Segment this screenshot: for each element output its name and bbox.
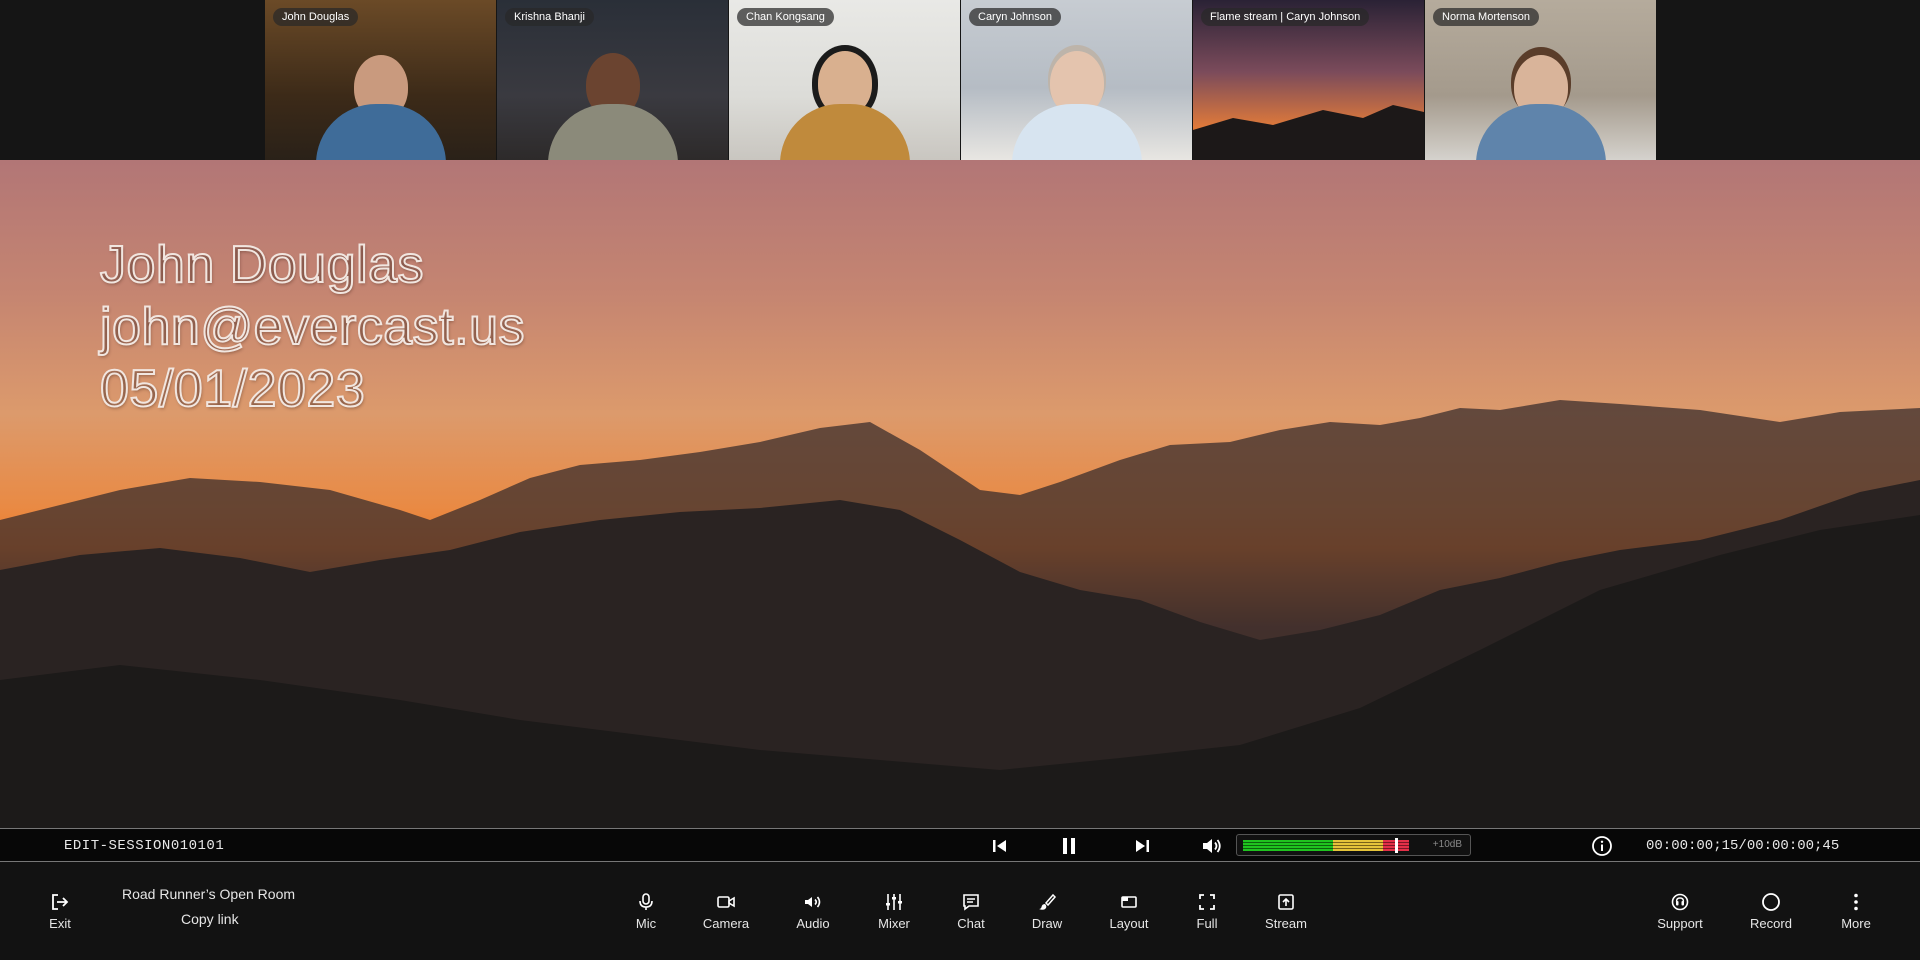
meter-green-segment xyxy=(1243,840,1333,851)
info-icon xyxy=(1592,836,1612,856)
camera-label: Camera xyxy=(702,916,750,931)
exit-label: Exit xyxy=(49,916,71,931)
transport-bar: EDIT-SESSION010101 +10dB 00:00:00;15/00:… xyxy=(0,828,1920,862)
draw-label: Draw xyxy=(1031,916,1063,931)
chat-label: Chat xyxy=(957,916,985,931)
layout-icon xyxy=(1121,896,1137,908)
room-name: Road Runner’s Open Room xyxy=(122,886,296,902)
meter-db-label: +10dB xyxy=(1432,839,1462,850)
mixer-label: Mixer xyxy=(878,916,910,931)
participant-video xyxy=(1475,45,1606,160)
brush-icon xyxy=(1039,893,1057,910)
step-forward-button[interactable] xyxy=(1130,834,1154,858)
participant-body xyxy=(779,104,910,160)
support-button[interactable]: Support xyxy=(1650,892,1710,931)
participant-tile-krishna-bhanji[interactable]: Krishna Bhanji xyxy=(497,0,728,160)
participant-video xyxy=(779,45,910,160)
audio-level-meter: +10dB xyxy=(1236,834,1471,856)
chat-button[interactable]: Chat xyxy=(941,892,1001,931)
participant-name: Flame stream | Caryn Johnson xyxy=(1201,8,1370,26)
volume-button[interactable] xyxy=(1200,834,1224,858)
layout-label: Layout xyxy=(1109,916,1149,931)
record-icon xyxy=(1762,893,1780,911)
stream-label: Stream xyxy=(1265,916,1307,931)
info-button[interactable] xyxy=(1590,834,1614,858)
participant-tile-chan-kongsang[interactable]: Chan Kongsang xyxy=(729,0,960,160)
exit-icon xyxy=(52,894,69,910)
more-vertical-icon xyxy=(1854,893,1858,911)
layout-button[interactable]: Layout xyxy=(1099,892,1159,931)
mic-label: Mic xyxy=(635,916,657,931)
participant-name: Chan Kongsang xyxy=(737,8,834,26)
participant-name: Caryn Johnson xyxy=(969,8,1061,26)
mixer-icon xyxy=(886,894,902,910)
participant-name: John Douglas xyxy=(273,8,359,26)
participant-video xyxy=(1011,45,1142,160)
meter-yellow-segment xyxy=(1333,840,1383,851)
participant-tile-norma-mortenson[interactable]: Norma Mortenson xyxy=(1425,0,1656,160)
participant-tile-flame-stream[interactable]: Flame stream | Caryn Johnson xyxy=(1193,0,1424,160)
participant-tiles: John Douglas Krishna Bhanji Chan Kongsan… xyxy=(265,0,1656,160)
speaker-icon xyxy=(1203,839,1221,853)
audio-icon xyxy=(805,896,821,908)
participant-video xyxy=(315,45,446,160)
participant-strip: John Douglas Krishna Bhanji Chan Kongsan… xyxy=(0,0,1920,160)
exit-button[interactable]: Exit xyxy=(30,892,90,931)
more-button[interactable]: More xyxy=(1826,892,1886,931)
mixer-button[interactable]: Mixer xyxy=(864,892,924,931)
mic-button[interactable]: Mic xyxy=(616,892,676,931)
participant-name: Krishna Bhanji xyxy=(505,8,594,26)
participant-video xyxy=(547,45,678,160)
participant-body xyxy=(1011,104,1142,160)
audio-button[interactable]: Audio xyxy=(783,892,843,931)
camera-icon xyxy=(717,896,735,908)
chat-icon xyxy=(963,894,979,911)
fullscreen-icon xyxy=(1199,894,1215,910)
audio-label: Audio xyxy=(796,916,830,931)
timecode: 00:00:00;15/00:00:00;45 xyxy=(1646,838,1840,854)
pause-button[interactable] xyxy=(1057,834,1081,858)
microphone-icon xyxy=(639,893,653,910)
watermark-date: 05/01/2023 xyxy=(99,359,366,419)
meter-peak-marker xyxy=(1395,838,1398,853)
full-label: Full xyxy=(1196,916,1218,931)
draw-button[interactable]: Draw xyxy=(1017,892,1077,931)
headset-icon xyxy=(1671,893,1689,911)
pause-icon xyxy=(1063,838,1075,854)
watermark-name: John Douglas xyxy=(99,235,425,295)
step-back-button[interactable] xyxy=(988,834,1012,858)
participant-name: Norma Mortenson xyxy=(1433,8,1540,26)
participant-tile-john-douglas[interactable]: John Douglas xyxy=(265,0,496,160)
full-button[interactable]: Full xyxy=(1177,892,1237,931)
watermark-overlay: John Douglas john@evercast.us 05/01/2023 xyxy=(99,234,526,420)
participant-tile-caryn-johnson[interactable]: Caryn Johnson xyxy=(961,0,1192,160)
step-forward-icon xyxy=(1136,840,1149,852)
record-label: Record xyxy=(1750,916,1792,931)
stream-icon xyxy=(1278,894,1294,910)
more-label: More xyxy=(1841,916,1871,931)
participant-body xyxy=(315,104,446,160)
session-name: EDIT-SESSION010101 xyxy=(64,838,225,854)
copy-link-button[interactable]: Copy link xyxy=(181,911,239,927)
participant-body xyxy=(1475,104,1606,160)
main-stage: John Douglas john@evercast.us 05/01/2023 xyxy=(0,160,1920,828)
record-button[interactable]: Record xyxy=(1741,892,1801,931)
participant-body xyxy=(547,104,678,160)
support-label: Support xyxy=(1657,916,1703,931)
watermark-email: john@evercast.us xyxy=(99,297,526,357)
camera-button[interactable]: Camera xyxy=(696,892,756,931)
step-back-icon xyxy=(993,840,1006,852)
stream-button[interactable]: Stream xyxy=(1256,892,1316,931)
bottom-toolbar: Exit Road Runner’s Open Room Copy link M… xyxy=(0,862,1920,960)
